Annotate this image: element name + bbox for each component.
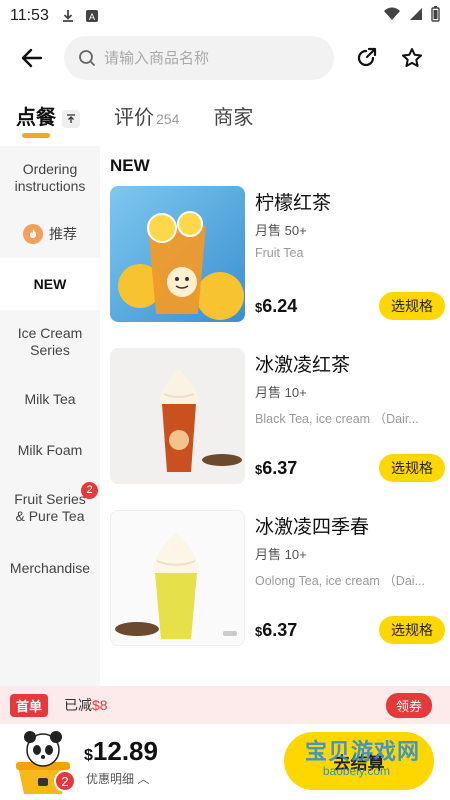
product-list: NEW 柠檬红茶 月售 50+ Fruit Tea $6.24 选规格 冰激凌红… (100, 146, 450, 686)
svg-text:A: A (89, 12, 95, 22)
top-header (0, 36, 450, 80)
sidebar-item-milk-tea[interactable]: Milk Tea (0, 374, 100, 424)
search-bar[interactable] (64, 36, 334, 80)
star-icon (402, 48, 422, 67)
search-input[interactable] (104, 49, 304, 67)
select-spec-button[interactable]: 选规格 (379, 454, 445, 482)
get-coupon-button[interactable]: 领券 (385, 693, 432, 718)
product-card[interactable]: 冰激凌红茶 月售 10+ Black Tea, ice cream （Dair.… (110, 348, 445, 484)
sidebar-item-ice-cream[interactable]: Ice Cream Series (0, 310, 100, 374)
reduced-amount: $8 (92, 697, 108, 713)
back-button[interactable] (10, 36, 54, 80)
tab-reviews-label: 评价 (114, 107, 154, 129)
sidebar-item-label: Merchandise (9, 559, 91, 576)
product-description: Black Tea, ice cream （Dair... (255, 412, 419, 426)
select-spec-button[interactable]: 选规格 (379, 292, 445, 320)
product-sales: 月售 10+ (255, 547, 307, 562)
discount-detail-toggle[interactable]: 优惠明细 ︿ (86, 770, 149, 787)
fire-icon (23, 224, 43, 244)
pin-top-icon (62, 110, 80, 128)
price-value: 6.37 (262, 620, 298, 640)
product-price: $6.37 (255, 620, 297, 641)
price-value: 6.24 (262, 296, 298, 316)
arrow-left-icon (21, 48, 43, 68)
favorite-button[interactable] (392, 38, 432, 78)
sidebar-item-merchandise[interactable]: Merchandise (0, 540, 100, 596)
cart-button[interactable]: 2 (8, 728, 78, 798)
reduced-label: 已减 (64, 697, 93, 713)
tab-merchant-label: 商家 (213, 107, 254, 129)
product-image (110, 348, 245, 484)
sidebar-item-label: Milk Foam (17, 441, 83, 458)
section-title: NEW (110, 156, 150, 175)
product-card[interactable]: 冰激凌四季春 月售 10+ Oolong Tea, ice cream （Dai… (110, 510, 445, 646)
sidebar-item-label: Fruit Series & Pure Tea (14, 491, 86, 524)
product-name: 冰激凌红茶 (255, 355, 351, 376)
product-description: Oolong Tea, ice cream （Dai... (255, 574, 425, 588)
product-name: 冰激凌四季春 (255, 517, 370, 538)
search-icon (79, 50, 95, 66)
product-price: $6.24 (255, 296, 297, 317)
sidebar-item-fruit-series[interactable]: Fruit Series & Pure Tea 2 (0, 476, 100, 540)
promo-bar: 首单 已减$8 领券 (0, 686, 450, 724)
share-button[interactable] (346, 38, 386, 78)
status-time: 11:53 (10, 7, 49, 24)
review-count: 254 (156, 111, 180, 127)
signal-icon (409, 7, 423, 26)
first-order-tag: 首单 (10, 693, 49, 717)
tab-bar: 点餐 评价 254 商家 (0, 96, 450, 140)
sidebar-item-milk-foam[interactable]: Milk Foam (0, 424, 100, 476)
currency-symbol: $ (84, 747, 93, 764)
tab-reviews[interactable]: 评价 254 (114, 101, 179, 140)
sidebar-item-label: Milk Tea (24, 390, 76, 407)
wifi-icon (383, 7, 401, 26)
sidebar-item-label: Ordering instructions (14, 161, 86, 194)
tab-merchant[interactable]: 商家 (213, 101, 253, 140)
app-a-icon: A (85, 9, 99, 23)
share-icon (357, 47, 377, 67)
category-sidebar: Ordering instructions 推荐 NEW Ice Cream S… (0, 146, 100, 686)
watermark: 宝贝游戏网 (304, 739, 420, 764)
product-description: Fruit Tea (255, 246, 304, 260)
product-sales: 月售 10+ (255, 385, 307, 400)
tab-order[interactable]: 点餐 (16, 101, 80, 140)
sidebar-item-label: Ice Cream Series (17, 325, 83, 358)
sidebar-item-new[interactable]: NEW (0, 258, 100, 310)
battery-icon (431, 5, 440, 27)
sidebar-item-label: NEW (33, 275, 67, 292)
tab-order-label: 点餐 (16, 107, 56, 129)
cart-count-badge: 2 (54, 770, 76, 792)
product-price: $6.37 (255, 458, 297, 479)
product-name: 柠檬红茶 (255, 193, 332, 214)
sidebar-item-recommended[interactable]: 推荐 (0, 210, 100, 258)
total-value: 12.89 (92, 736, 158, 766)
cart-count-badge: 2 (81, 482, 98, 499)
sidebar-item-ordering-instructions[interactable]: Ordering instructions (0, 146, 100, 210)
product-image (110, 510, 245, 646)
total-price: $12.89 (84, 736, 158, 767)
download-icon (61, 9, 75, 23)
sidebar-item-label: 推荐 (49, 225, 77, 242)
watermark-url: baobeiy.com (322, 764, 390, 778)
active-tab-indicator (22, 133, 50, 138)
status-bar: 11:53 A (0, 0, 450, 32)
checkout-bar: 2 $12.89 优惠明细 ︿ 去结算 宝贝游戏网 baobeiy.com (0, 724, 450, 800)
product-card[interactable]: 柠檬红茶 月售 50+ Fruit Tea $6.24 选规格 (110, 186, 445, 322)
product-sales: 月售 50+ (255, 223, 307, 238)
price-value: 6.37 (262, 458, 298, 478)
product-image (110, 186, 245, 322)
select-spec-button[interactable]: 选规格 (379, 616, 445, 644)
reduced-text: 已减$8 (64, 695, 108, 715)
